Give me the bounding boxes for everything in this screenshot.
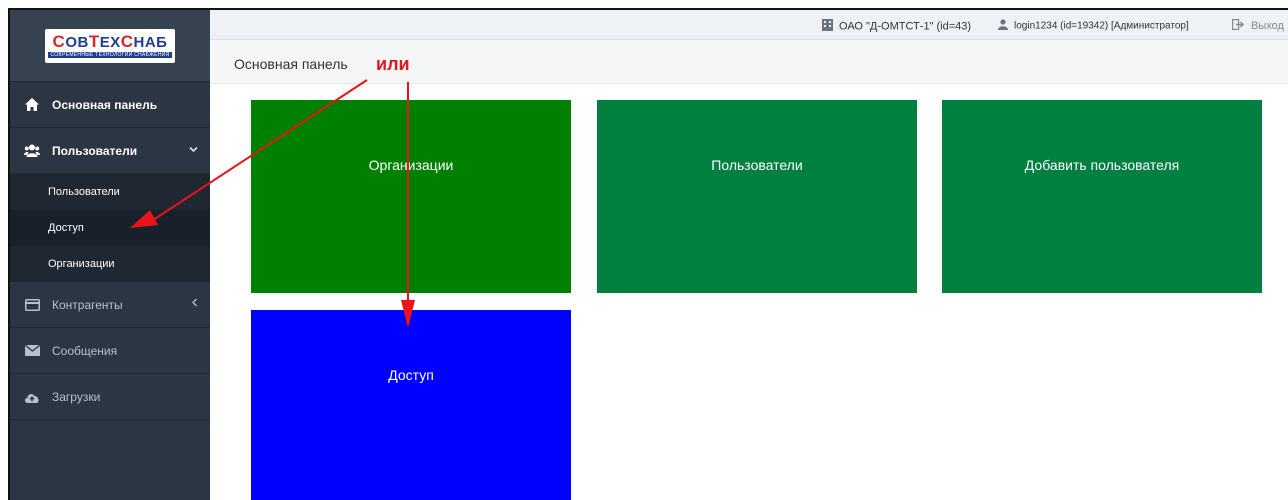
sign-out-icon: [1232, 19, 1245, 33]
sidebar-item-label: Загрузки: [52, 389, 101, 404]
building-icon: [822, 19, 833, 34]
tile-users[interactable]: Пользователи: [597, 100, 917, 293]
sidebar-item-messages[interactable]: Сообщения: [10, 328, 210, 374]
chevron-left-icon: [191, 298, 198, 310]
sidebar-subitem-access[interactable]: Доступ: [10, 210, 210, 246]
sidebar-item-users[interactable]: Пользователи: [10, 128, 210, 174]
sidebar-subitem-organizations[interactable]: Организации: [10, 246, 210, 282]
logo-area: СОВТЕХСНАБ СОВРЕМЕННЫЕ ТЕХНОЛОГИИ СНАБЖЕ…: [10, 10, 210, 82]
user-info[interactable]: login1234 (id=19342) [Администратор]: [998, 19, 1189, 33]
cloud-upload-icon: [24, 389, 40, 405]
page-header: Основная панель: [210, 40, 1288, 84]
users-icon: [24, 143, 40, 159]
app-frame: СОВТЕХСНАБ СОВРЕМЕННЫЕ ТЕХНОЛОГИИ СНАБЖЕ…: [8, 8, 1288, 500]
sidebar-item-label: Пользователи: [52, 143, 138, 158]
organization-label: ОАО "Д-ОМТСТ-1" (id=43): [839, 20, 972, 33]
sidebar-item-downloads[interactable]: Загрузки: [10, 374, 210, 420]
logout-link[interactable]: Выход: [1232, 19, 1284, 33]
tile-access[interactable]: Доступ: [251, 310, 571, 500]
user-label: login1234 (id=19342) [Администратор]: [1014, 20, 1189, 32]
logo-subtitle: СОВРЕМЕННЫЕ ТЕХНОЛОГИИ СНАБЖЕНИЯ: [48, 51, 172, 58]
user-icon: [998, 19, 1008, 33]
tile-label: Пользователи: [711, 157, 803, 173]
annotation-label: или: [376, 54, 410, 74]
sidebar-item-counterparties[interactable]: Контрагенты: [10, 282, 210, 328]
sidebar: СОВТЕХСНАБ СОВРЕМЕННЫЕ ТЕХНОЛОГИИ СНАБЖЕ…: [10, 10, 210, 500]
tile-organizations[interactable]: Организации: [251, 100, 571, 293]
envelope-icon: [24, 343, 40, 359]
home-icon: [24, 97, 40, 113]
logo[interactable]: СОВТЕХСНАБ СОВРЕМЕННЫЕ ТЕХНОЛОГИИ СНАБЖЕ…: [45, 28, 175, 63]
sidebar-subitem-users[interactable]: Пользователи: [10, 174, 210, 210]
sidebar-subitem-label: Пользователи: [48, 186, 120, 198]
sidebar-item-dashboard[interactable]: Основная панель: [10, 82, 210, 128]
page-title: Основная панель: [234, 56, 348, 72]
card-icon: [24, 297, 40, 313]
logout-label: Выход: [1251, 19, 1284, 32]
tile-label: Организации: [368, 157, 454, 173]
tile-add-user[interactable]: Добавить пользователя: [942, 100, 1262, 293]
sidebar-submenu-users: Пользователи Доступ Организации: [10, 174, 210, 282]
tile-label: Доступ: [388, 367, 434, 383]
sidebar-subitem-label: Доступ: [48, 222, 84, 234]
sidebar-subitem-label: Организации: [48, 258, 115, 270]
organization-info[interactable]: ОАО "Д-ОМТСТ-1" (id=43): [822, 19, 971, 34]
logo-wordmark: СОВТЕХСНАБ: [52, 31, 168, 51]
chevron-down-icon: [189, 144, 198, 156]
sidebar-item-label: Основная панель: [52, 97, 158, 112]
top-bar: ОАО "Д-ОМТСТ-1" (id=43) login1234 (id=19…: [210, 10, 1288, 40]
tile-label: Добавить пользователя: [1024, 157, 1180, 173]
sidebar-item-label: Контрагенты: [52, 297, 123, 312]
sidebar-item-label: Сообщения: [52, 343, 118, 358]
